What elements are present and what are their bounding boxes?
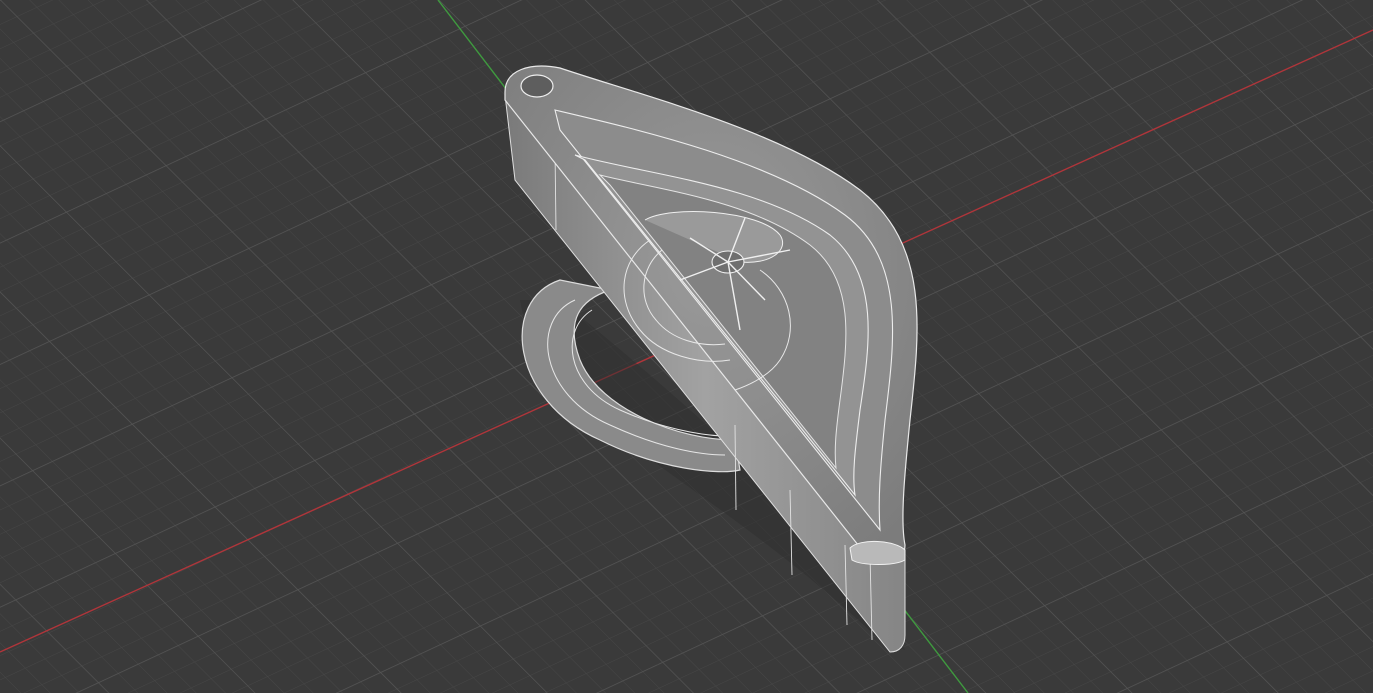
viewport-canvas[interactable] [0, 0, 1373, 693]
3d-viewport[interactable] [0, 0, 1373, 693]
pendant-tip [849, 541, 906, 565]
hanging-hole [520, 74, 554, 98]
